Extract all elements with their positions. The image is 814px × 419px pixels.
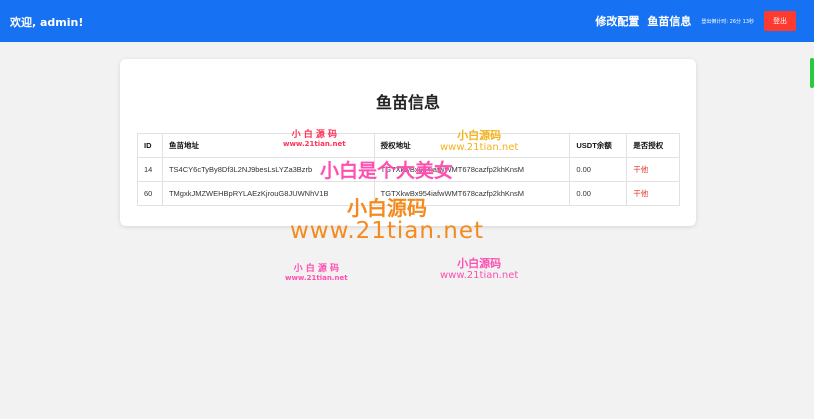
welcome-text: 欢迎, admin!	[10, 16, 84, 29]
nav-edit-config[interactable]: 修改配置	[595, 13, 639, 29]
fish-table: ID 鱼苗地址 授权地址 USDT余额 是否授权 14 TS4CY6cTyBy8…	[137, 133, 680, 206]
table-row: 14 TS4CY6cTyBy8Df3L2NJ9besLsLYZa3Bzrb TG…	[137, 157, 680, 182]
col-usdt-balance: USDT余额	[569, 133, 628, 158]
cell-auth-address: TGTXkwBx954iafwWMT678cazfp2khKnsM	[373, 181, 571, 206]
cell-id: 60	[137, 181, 163, 206]
logout-button[interactable]: 登出	[764, 11, 796, 31]
watermark-url: www.21tian.net	[285, 273, 348, 282]
fish-info-card: 鱼苗信息 ID 鱼苗地址 授权地址 USDT余额 是否授权 14 TS4CY6c…	[120, 59, 696, 226]
table-row: 60 TMgxkJMZWEHBpRYLAEzKjrouG8JUWNhV1B TG…	[137, 181, 680, 206]
col-id: ID	[137, 133, 163, 158]
cell-authorized-action[interactable]: 干他	[626, 181, 680, 206]
cell-fish-address: TMgxkJMZWEHBpRYLAEzKjrouG8JUWNhV1B	[161, 181, 375, 206]
nav-fish-info[interactable]: 鱼苗信息	[647, 13, 691, 29]
top-bar: 欢迎, admin! 修改配置 鱼苗信息 登出倒计时: 26分 13秒 登出	[0, 0, 814, 42]
cell-usdt-balance: 0.00	[569, 181, 628, 206]
col-fish-address: 鱼苗地址	[161, 133, 375, 158]
watermark-text: 小白源码	[457, 257, 502, 270]
top-nav: 修改配置 鱼苗信息 登出倒计时: 26分 13秒 登出	[587, 11, 796, 31]
col-auth-address: 授权地址	[373, 133, 571, 158]
cell-fish-address: TS4CY6cTyBy8Df3L2NJ9besLsLYZa3Bzrb	[161, 157, 375, 182]
cell-usdt-balance: 0.00	[569, 157, 628, 182]
watermark-text: 小 白 源 码	[293, 264, 339, 274]
cell-id: 14	[137, 157, 163, 182]
table-header-row: ID 鱼苗地址 授权地址 USDT余额 是否授权	[137, 133, 680, 158]
cell-authorized-action[interactable]: 干他	[626, 157, 680, 182]
col-authorized: 是否授权	[626, 133, 680, 158]
watermark-brand-small-2: 小 白 源 码 www.21tian.net	[285, 264, 348, 283]
card-title: 鱼苗信息	[375, 93, 440, 112]
watermark-brand-pink: 小白源码 www.21tian.net	[440, 257, 519, 282]
scrollbar-thumb[interactable]	[810, 58, 814, 88]
logout-countdown: 登出倒计时: 26分 13秒	[701, 18, 754, 25]
cell-auth-address: TGTXkwBx954iafwWMT678cazfp2khKnsM	[373, 157, 571, 182]
watermark-url: www.21tian.net	[440, 270, 519, 282]
